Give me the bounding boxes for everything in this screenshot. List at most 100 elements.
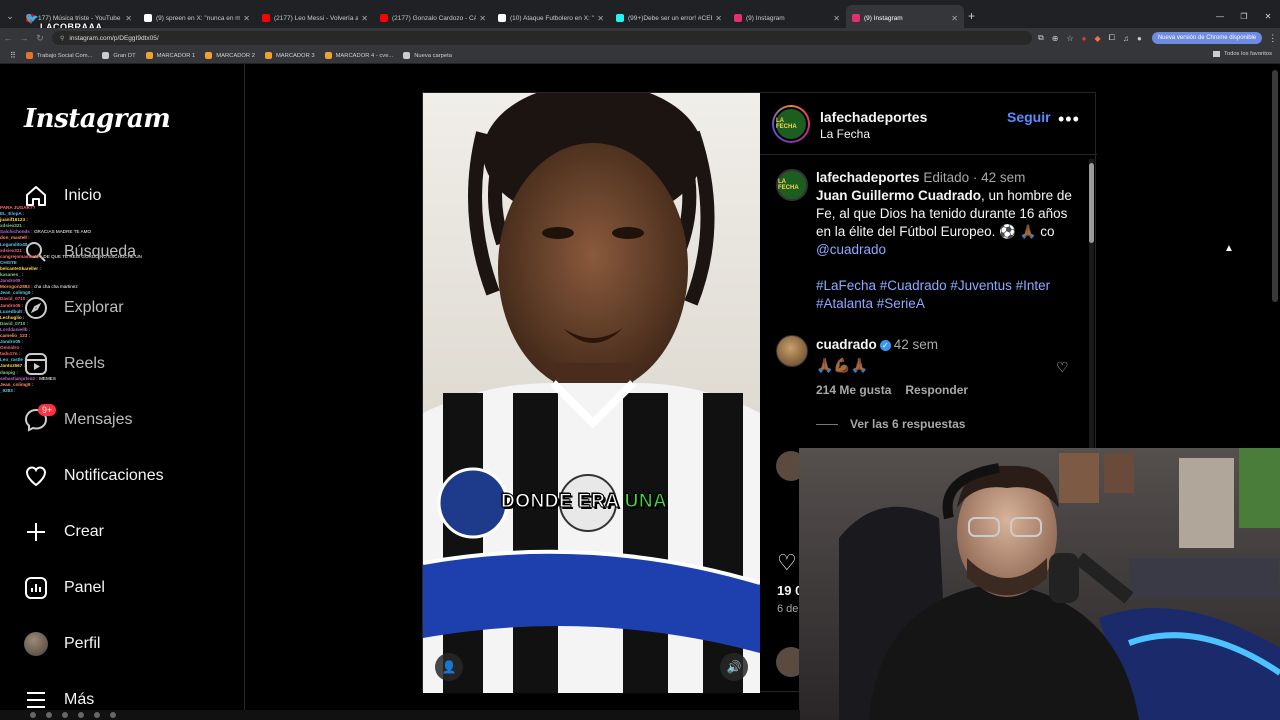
all-bookmarks[interactable]: Todos los favoritos (1212, 51, 1272, 57)
view-replies[interactable]: Ver las 6 respuestas (816, 417, 965, 431)
reply-button[interactable]: Responder (905, 383, 968, 397)
install-icon[interactable]: ⧉ (1038, 33, 1044, 43)
zoom-icon[interactable]: ⊕ (1052, 34, 1059, 43)
bookmark-icon (145, 52, 153, 59)
close-window-icon[interactable]: ✕ (1256, 12, 1280, 21)
caption-mention[interactable]: @cuadrado (816, 242, 886, 257)
scrollbar-thumb[interactable] (1089, 163, 1094, 243)
bookmark-icon (205, 52, 213, 59)
taskbar-app-icon[interactable] (62, 712, 68, 718)
forward-icon[interactable]: → (16, 33, 32, 43)
heart-icon (24, 464, 48, 488)
like-icon[interactable]: ♡ (777, 550, 797, 576)
sidebar-item-notificaciones[interactable]: Notificaciones (24, 460, 164, 492)
verified-icon: ✓ (879, 339, 891, 351)
taskbar-app-icon[interactable] (46, 712, 52, 718)
caption-edited: Editado (923, 170, 970, 185)
more-options-icon[interactable]: ••• (1058, 109, 1080, 130)
bookmark-item[interactable]: Nueva carpeta (403, 52, 452, 59)
comment-likes[interactable]: 214 Me gusta (816, 383, 891, 397)
close-tab-icon[interactable]: ✕ (243, 14, 250, 23)
close-tab-icon[interactable]: ✕ (479, 14, 486, 23)
taskbar-app-icon[interactable] (30, 712, 36, 718)
close-tab-icon[interactable]: ✕ (951, 14, 958, 23)
bookmark-item[interactable]: MARCADOR 4 - cve... (324, 52, 393, 59)
taskbar-app-icon[interactable] (94, 712, 100, 718)
comment-like-icon[interactable]: ♡ (1056, 359, 1069, 376)
media-icon[interactable]: ♫ (1123, 34, 1129, 43)
bookmark-item[interactable]: MARCADOR 2 (205, 52, 255, 59)
caption-username[interactable]: lafechadeportes (816, 170, 920, 185)
extension-red-icon[interactable]: ● (1082, 34, 1087, 43)
tab-favicon-icon (380, 14, 388, 22)
author-username[interactable]: lafechadeportes (820, 109, 927, 125)
tab-favicon-icon (616, 14, 624, 22)
toolbar-icons: ⧉ ⊕ ☆ ● ◆ ⧠ ♫ ● (1038, 33, 1142, 43)
tab-favicon-icon (734, 14, 742, 22)
streamer-camera-image (799, 448, 1280, 720)
close-tab-icon[interactable]: ✕ (125, 14, 132, 23)
stream-chat-overlay: PARA JUGAR?? EL_ElopA : juanif16123 : xd… (0, 205, 150, 394)
bookmark-item[interactable]: Gran DT (102, 52, 136, 59)
caption-hashtags[interactable]: #LaFecha #Cuadrado #Juventus #Inter #Ata… (816, 277, 1078, 313)
close-tab-icon[interactable]: ✕ (833, 14, 840, 23)
back-icon[interactable]: ← (0, 33, 16, 43)
extension-orange-icon[interactable]: ◆ (1094, 34, 1100, 43)
comment-text: 🙏🏾💪🏾🙏🏾 (816, 357, 869, 373)
caption-bold: Juan Guillermo Cuadrado (816, 188, 982, 203)
minimize-icon[interactable]: — (1208, 12, 1232, 21)
url-field[interactable]: ⚲ instagram.com/p/DEggI9dtx05/ (52, 31, 1032, 45)
instagram-logo[interactable]: Instagram (24, 104, 171, 134)
comments-scrollbar[interactable] (1089, 159, 1094, 449)
messenger-icon: 9+ (24, 404, 57, 432)
sidebar-item-perfil[interactable]: Perfil (24, 628, 100, 660)
dashboard-icon (24, 576, 48, 600)
tagged-user-icon[interactable]: 👤 (435, 653, 463, 681)
sidebar-item-mensajes[interactable]: 9+ Mensajes (24, 404, 132, 436)
chrome-menu-icon[interactable]: ⋮ (1268, 33, 1277, 44)
maximize-icon[interactable]: ❐ (1232, 12, 1256, 21)
bookmark-item[interactable]: Trabajo Social Com... (25, 52, 92, 59)
bookmark-star-icon[interactable]: ☆ (1066, 34, 1073, 43)
follow-button[interactable]: Seguir (1007, 109, 1051, 125)
url-text: instagram.com/p/DEggI9dtx05/ (69, 34, 159, 42)
comment-username[interactable]: cuadrado (816, 337, 877, 352)
taskbar-app-icon[interactable] (78, 712, 84, 718)
mouse-cursor-icon: ▲ (1224, 243, 1234, 254)
site-info-icon[interactable]: ⚲ (60, 35, 64, 42)
bookmark-item[interactable]: MARCADOR 3 (264, 52, 315, 59)
sidebar-item-label: Perfil (64, 635, 101, 652)
author-avatar[interactable]: LA FECHA (772, 105, 810, 143)
page-scrollbar[interactable] (1272, 70, 1278, 302)
profile-icon[interactable]: ● (1137, 34, 1142, 43)
taskbar (0, 710, 800, 720)
close-tab-icon[interactable]: ✕ (715, 14, 722, 23)
caption-avatar[interactable]: LA FECHA (776, 169, 808, 201)
extensions-icon[interactable]: ⧠ (1109, 33, 1115, 43)
comment-avatar[interactable] (776, 335, 808, 367)
volume-icon[interactable]: 🔊 (720, 653, 748, 681)
folder-icon (1212, 51, 1220, 57)
sidebar-item-crear[interactable]: Crear (24, 516, 104, 548)
reload-icon[interactable]: ↻ (32, 33, 48, 44)
chat-message: _9283 : (0, 387, 16, 393)
chrome-update-button[interactable]: Nueva versión de Chrome disponible (1151, 32, 1263, 44)
sidebar-item-label: Crear (64, 523, 105, 540)
sidebar-item-label: Más (64, 691, 95, 708)
chat-message: cangrejomaster12 : DE QUE TE REIS GORDO … (0, 253, 142, 259)
reel-video[interactable]: DONDE ERA UNA 👤 🔊 (423, 93, 760, 693)
profile-avatar (24, 632, 48, 656)
new-tab-button[interactable]: + (968, 9, 975, 23)
bookmark-icon (102, 52, 110, 59)
plus-icon (24, 520, 48, 544)
bookmark-icon (324, 52, 332, 59)
close-tab-icon[interactable]: ✕ (361, 14, 368, 23)
screen: { "browser": { "tabs": [ {"title": "177)… (0, 0, 1280, 720)
sidebar-item-label: Inicio (64, 187, 102, 204)
close-tab-icon[interactable]: ✕ (597, 14, 604, 23)
tab-favicon-icon (498, 14, 506, 22)
sidebar-item-panel[interactable]: Panel (24, 572, 105, 604)
taskbar-app-icon[interactable] (110, 712, 116, 718)
bookmark-item[interactable]: MARCADOR 1 (145, 52, 195, 59)
sidebar-item-label: Mensajes (64, 411, 133, 428)
